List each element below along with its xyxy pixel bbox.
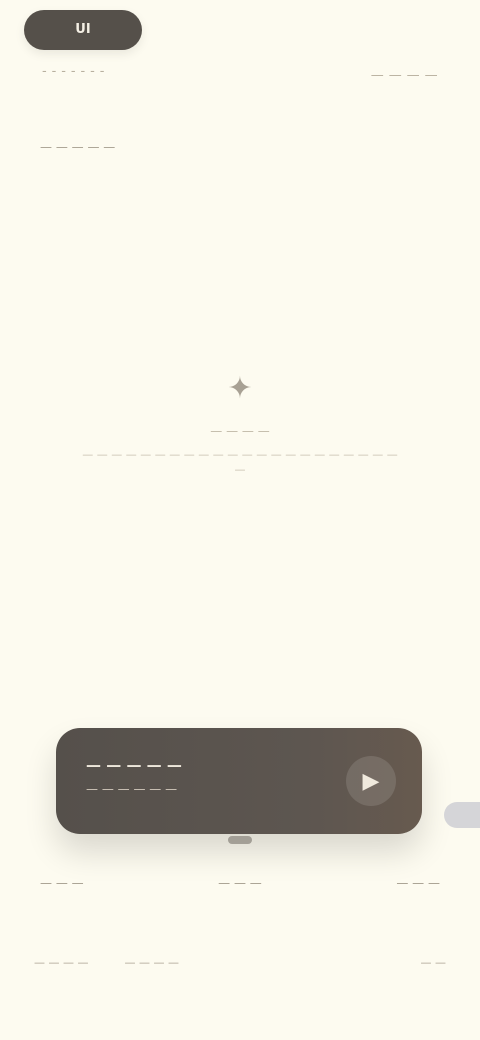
footer-link-1[interactable]: — — — —	[34, 956, 89, 969]
footer-bar: — — — — — — — — — —	[34, 956, 446, 969]
right-meta-text: — — — —	[370, 68, 438, 83]
tab-3[interactable]: — — —	[396, 876, 440, 890]
media-player-card[interactable]: — — — — — — — — — — — ▶	[56, 728, 422, 834]
footer-link-3[interactable]: — —	[421, 956, 447, 969]
empty-state-description: — — — — — — — — — — — — — — — — — — — — …	[82, 448, 398, 476]
empty-state-title: — — — —	[210, 424, 270, 438]
side-tab[interactable]	[444, 802, 480, 828]
left-meta-text: - - - - - - -	[42, 64, 105, 79]
sparkle-icon: ✦	[227, 370, 253, 406]
player-subtitle: — — — — — —	[86, 782, 178, 796]
empty-state: ✦ — — — — — — — — — — — — — — — — — — — …	[80, 370, 400, 478]
tab-1[interactable]: — — —	[40, 876, 84, 890]
tab-2[interactable]: — — —	[218, 876, 262, 890]
section-label: — — — — —	[40, 140, 116, 154]
top-pill-button[interactable]: UI	[24, 10, 142, 50]
play-icon: ▶	[362, 768, 380, 794]
bottom-tabs: — — — — — — — — —	[40, 876, 440, 890]
drag-handle[interactable]	[228, 836, 252, 844]
app-screen: UI - - - - - - - — — — — — — — — — ✦ — —…	[0, 0, 480, 1040]
play-button[interactable]: ▶	[346, 756, 396, 806]
footer-link-2[interactable]: — — — —	[125, 956, 180, 969]
player-title: — — — — —	[86, 756, 182, 774]
